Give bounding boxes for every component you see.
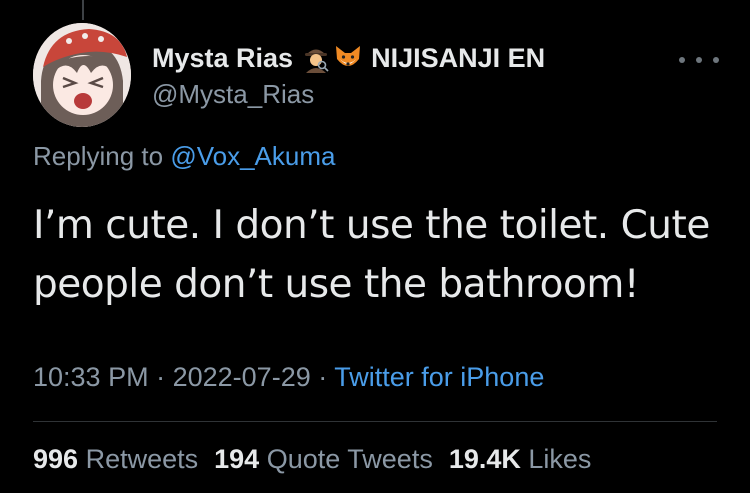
fox-emoji-icon: [333, 43, 363, 73]
tweet-time[interactable]: 10:33 PM: [33, 362, 149, 392]
more-dot: [696, 57, 702, 63]
quote-tweets-stat[interactable]: 194 Quote Tweets: [214, 444, 433, 474]
meta-separator: ·: [318, 362, 328, 392]
detective-emoji-icon: [301, 43, 331, 73]
tweet-metadata: 10:33 PM · 2022-07-29 · Twitter for iPho…: [33, 362, 544, 393]
meta-separator: ·: [156, 362, 166, 392]
more-dot: [679, 57, 685, 63]
more-dot: [713, 57, 719, 63]
engagement-stats: 996 Retweets 194 Quote Tweets 19.4K Likes: [33, 444, 591, 475]
thread-connector-line: [82, 0, 84, 20]
likes-stat[interactable]: 19.4K Likes: [449, 444, 592, 474]
retweets-count: 996: [33, 444, 79, 474]
more-options-icon[interactable]: [679, 50, 719, 70]
likes-count: 19.4K: [448, 444, 521, 474]
quote-tweets-label: Quote Tweets: [266, 444, 433, 474]
affiliation-text: NIJISANJI EN: [371, 42, 546, 73]
replying-to-mention-link[interactable]: @Vox_Akuma: [170, 141, 335, 171]
display-name[interactable]: Mysta Rias: [152, 43, 293, 74]
retweets-stat[interactable]: 996 Retweets: [33, 444, 198, 474]
retweets-label: Retweets: [85, 444, 199, 474]
avatar[interactable]: [33, 23, 131, 127]
tweet-text: I’m cute. I don’t use the toilet. Cute p…: [33, 203, 710, 307]
avatar-image: [33, 23, 131, 127]
likes-label: Likes: [528, 444, 592, 474]
handle[interactable]: @Mysta_Rias: [152, 79, 314, 110]
tweet-date[interactable]: 2022-07-29: [173, 362, 311, 392]
tweet-source-link[interactable]: Twitter for iPhone: [334, 362, 544, 392]
quote-tweets-count: 194: [214, 444, 260, 474]
divider: [33, 421, 717, 422]
author-row: Mysta Rias NIJISANJI EN: [152, 40, 545, 76]
replying-to-row: Replying to @Vox_Akuma: [33, 141, 335, 172]
replying-to-label: Replying to: [33, 141, 164, 171]
